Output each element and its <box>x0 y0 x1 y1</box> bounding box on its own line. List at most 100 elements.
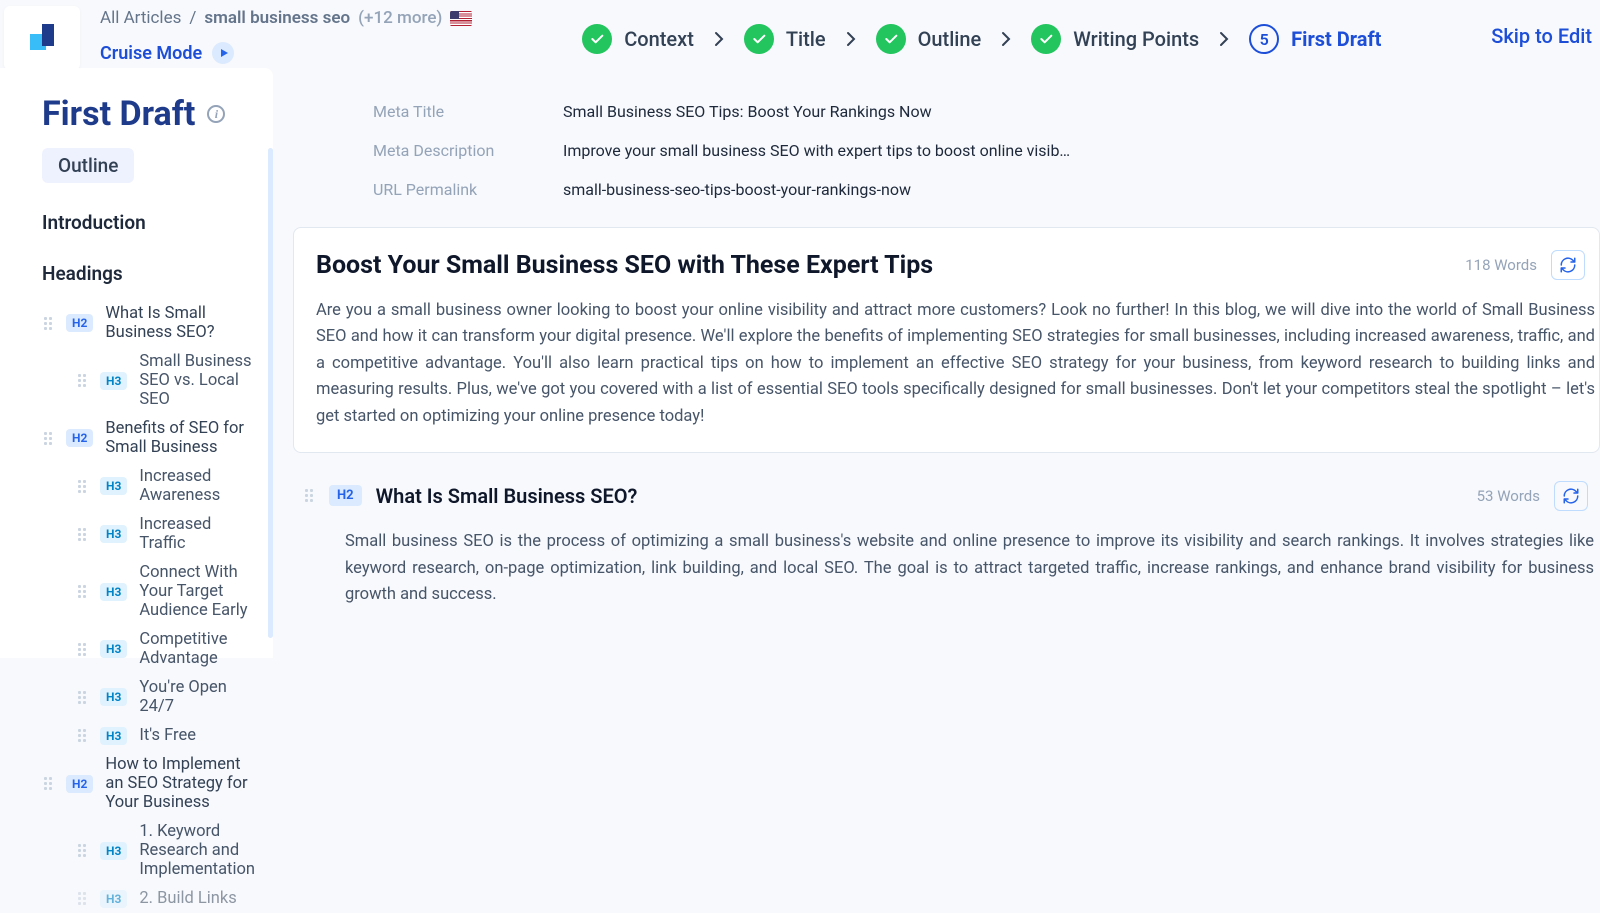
flag-us-icon[interactable] <box>450 11 472 26</box>
step-label: Context <box>624 27 694 51</box>
word-count: 53 Words <box>1477 487 1540 505</box>
drag-handle-icon[interactable] <box>76 526 88 542</box>
drag-handle-icon[interactable] <box>42 315 54 331</box>
cruise-mode-toggle[interactable]: Cruise Mode <box>100 42 472 64</box>
heading-badge-h3: H3 <box>100 890 127 908</box>
step-first-draft[interactable]: 5 First Draft <box>1249 24 1381 54</box>
logo-icon <box>24 20 60 56</box>
meta-key: Meta Description <box>373 141 523 160</box>
heading-badge-h3: H3 <box>100 583 127 601</box>
step-label: Writing Points <box>1073 27 1199 51</box>
meta-row[interactable]: Meta Title Small Business SEO Tips: Boos… <box>373 92 1600 131</box>
chevron-right-icon <box>714 31 724 47</box>
drag-handle-icon[interactable] <box>303 488 315 504</box>
meta-row[interactable]: Meta Description Improve your small busi… <box>373 131 1600 170</box>
drag-handle-icon[interactable] <box>76 891 88 907</box>
heading-badge-h2: H2 <box>66 775 93 793</box>
outline-chip[interactable]: Outline <box>42 148 134 183</box>
step-progress: Context Title Outline Writing Points 5 <box>472 6 1491 54</box>
outline-item-label: How to Implement an SEO Strategy for You… <box>105 755 255 812</box>
outline-item-label: 2. Build Links <box>139 889 236 908</box>
sidebar-scrollbar[interactable] <box>268 148 273 638</box>
play-icon <box>212 42 234 64</box>
check-icon <box>1031 24 1061 54</box>
drag-handle-icon[interactable] <box>76 843 88 859</box>
outline-item-label: Increased Traffic <box>139 515 255 553</box>
step-outline[interactable]: Outline <box>876 24 982 54</box>
section-introduction[interactable]: Introduction <box>42 211 255 234</box>
outline-item[interactable]: H2 How to Implement an SEO Strategy for … <box>42 750 255 817</box>
meta-value: small-business-seo-tips-boost-your-ranki… <box>563 180 911 199</box>
check-icon <box>744 24 774 54</box>
meta-value: Improve your small business SEO with exp… <box>563 141 1070 160</box>
step-label: Title <box>786 27 826 51</box>
section-headings: Headings <box>42 262 255 285</box>
heading-badge-h3: H3 <box>100 640 127 658</box>
app-logo[interactable] <box>4 6 80 70</box>
meta-row[interactable]: URL Permalink small-business-seo-tips-bo… <box>373 170 1600 209</box>
check-icon <box>582 24 612 54</box>
skip-to-edit-link[interactable]: Skip to Edit <box>1491 6 1600 48</box>
outline-item-label: Small Business SEO vs. Local SEO <box>139 352 255 409</box>
refresh-icon <box>1562 487 1580 505</box>
drag-handle-icon[interactable] <box>76 478 88 494</box>
content-pane: Meta Title Small Business SEO Tips: Boos… <box>273 68 1600 658</box>
outline-item[interactable]: H3 Increased Traffic <box>42 510 255 558</box>
breadcrumb-root[interactable]: All Articles <box>100 8 181 28</box>
regenerate-button[interactable] <box>1554 481 1588 511</box>
outline-item[interactable]: H2 What Is Small Business SEO? <box>42 299 255 347</box>
outline-item[interactable]: H3 You're Open 24/7 <box>42 673 255 721</box>
step-title[interactable]: Title <box>744 24 826 54</box>
outline-item-label: What Is Small Business SEO? <box>105 304 255 342</box>
drag-handle-icon[interactable] <box>76 728 88 744</box>
outline-item[interactable]: H3 Competitive Advantage <box>42 625 255 673</box>
outline-sidebar: First Draft i Outline Introduction Headi… <box>0 68 273 658</box>
breadcrumb-more[interactable]: (+12 more) <box>358 8 442 28</box>
breadcrumb-sep: / <box>189 8 196 28</box>
regenerate-button[interactable] <box>1551 250 1585 280</box>
breadcrumb: All Articles / small business seo (+12 m… <box>100 8 472 28</box>
outline-item[interactable]: H3 Increased Awareness <box>42 462 255 510</box>
drag-handle-icon[interactable] <box>76 689 88 705</box>
step-context[interactable]: Context <box>582 24 694 54</box>
meta-key: Meta Title <box>373 102 523 121</box>
step-label: Outline <box>918 27 982 51</box>
section-title: What Is Small Business SEO? <box>376 484 638 508</box>
drag-handle-icon[interactable] <box>76 584 88 600</box>
drag-handle-icon[interactable] <box>42 430 54 446</box>
drag-handle-icon[interactable] <box>76 373 88 389</box>
main-area: First Draft i Outline Introduction Headi… <box>0 68 1600 658</box>
heading-badge-h3: H3 <box>100 372 127 390</box>
drag-handle-icon[interactable] <box>76 641 88 657</box>
outline-item[interactable]: H3 It's Free <box>42 721 255 750</box>
page-title: First Draft <box>42 94 195 134</box>
heading-badge-h3: H3 <box>100 688 127 706</box>
breadcrumb-current[interactable]: small business seo <box>204 8 350 28</box>
chevron-right-icon <box>1001 31 1011 47</box>
outline-item[interactable]: H3 1. Keyword Research and Implementatio… <box>42 817 255 884</box>
outline-item[interactable]: H3 2. Build Links <box>42 884 255 913</box>
outline-item-label: 1. Keyword Research and Implementation <box>139 822 255 879</box>
outline-item[interactable]: H3 Small Business SEO vs. Local SEO <box>42 347 255 414</box>
top-bar: All Articles / small business seo (+12 m… <box>0 0 1600 68</box>
heading-badge-h2: H2 <box>66 429 93 447</box>
drag-handle-icon[interactable] <box>42 776 54 792</box>
step-number-badge: 5 <box>1249 24 1279 54</box>
outline-item[interactable]: H3 Connect With Your Target Audience Ear… <box>42 558 255 625</box>
outline-item-label: Connect With Your Target Audience Early <box>139 563 255 620</box>
outline-item-label: Competitive Advantage <box>139 630 255 668</box>
info-icon[interactable]: i <box>207 105 225 123</box>
heading-badge-h3: H3 <box>100 477 127 495</box>
article-intro-text[interactable]: Are you a small business owner looking t… <box>316 298 1595 430</box>
heading-badge-h2: H2 <box>66 314 93 332</box>
outline-item[interactable]: H2 Benefits of SEO for Small Business <box>42 414 255 462</box>
chevron-right-icon <box>1219 31 1229 47</box>
check-icon <box>876 24 906 54</box>
meta-value: Small Business SEO Tips: Boost Your Rank… <box>563 102 932 121</box>
step-writing-points[interactable]: Writing Points <box>1031 24 1199 54</box>
section-body-text[interactable]: Small business SEO is the process of opt… <box>345 529 1600 609</box>
word-count: 118 Words <box>1465 256 1537 274</box>
outline-item-label: Increased Awareness <box>139 467 255 505</box>
cruise-mode-label: Cruise Mode <box>100 43 202 64</box>
refresh-icon <box>1559 256 1577 274</box>
